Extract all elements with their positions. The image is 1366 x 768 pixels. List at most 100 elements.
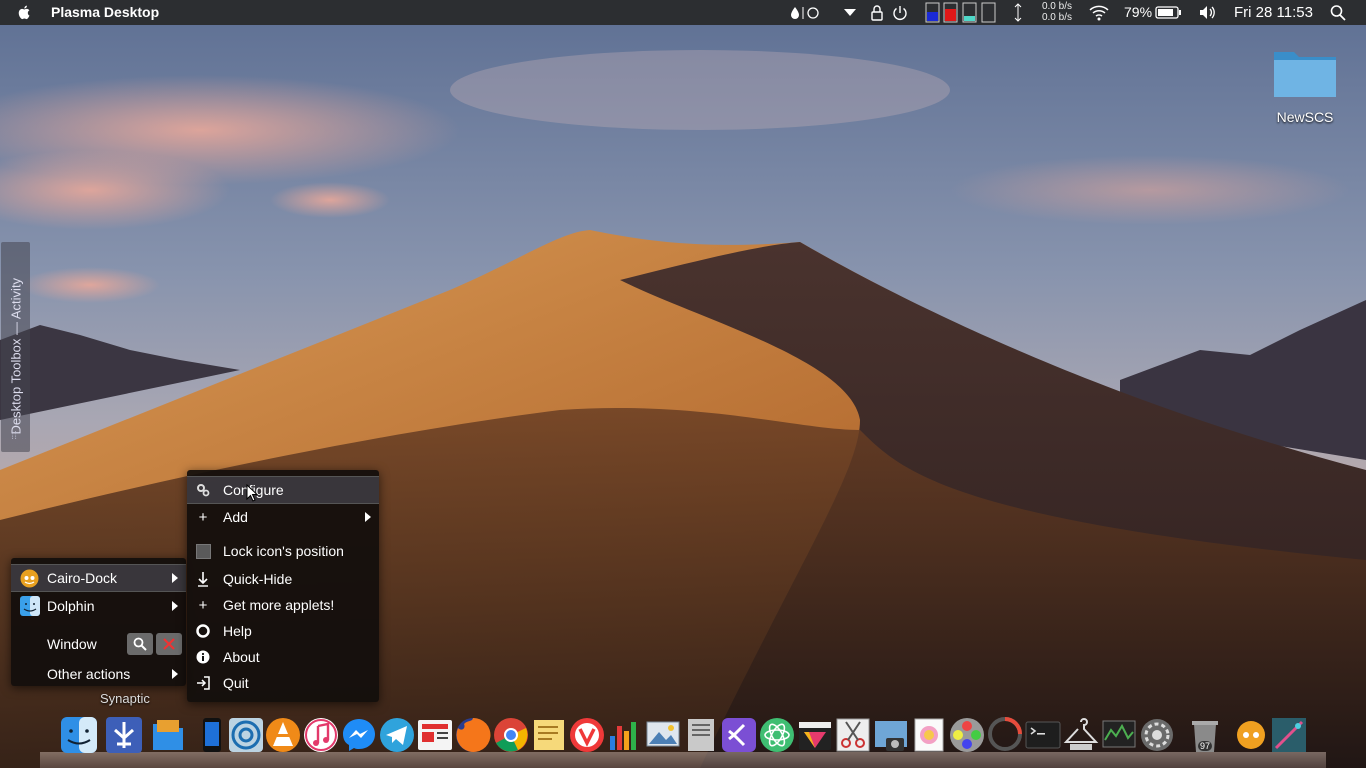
photocape-icon[interactable] [986, 716, 1024, 754]
menu-item-dolphin[interactable]: Dolphin [11, 593, 186, 619]
dock-hover-label: Synaptic [100, 691, 150, 706]
submenu-arrow-icon [172, 669, 178, 679]
menu-item-cairo-dock[interactable]: Cairo-Dock [11, 564, 186, 592]
drag-handle-icon[interactable]: ⁞⁞ [11, 430, 17, 442]
trash-icon[interactable]: 97 [1186, 716, 1224, 754]
submenu-arrow-icon [172, 573, 178, 583]
menu-item-get-more-applets[interactable]: + Get more applets! [187, 592, 379, 618]
net-down-speed: 0.0 b/s [1041, 12, 1072, 23]
battery-icon[interactable] [1155, 4, 1183, 21]
menu-item-other-actions[interactable]: Other actions [11, 661, 186, 687]
messenger-icon[interactable] [340, 716, 378, 754]
checkbox-icon[interactable] [195, 543, 211, 559]
info-icon [195, 649, 211, 665]
settings-gear-icon[interactable] [1138, 716, 1176, 754]
submenu-arrow-icon [365, 512, 371, 522]
volume-icon[interactable] [1198, 4, 1218, 21]
menu-item-label: Window [47, 636, 97, 652]
net-up-speed: 0.0 b/s [1041, 1, 1072, 12]
toolbox-label: Desktop Toolbox — Activity [8, 277, 24, 435]
applet-context-menu: Configure + Add Lock icon's position Qui… [187, 470, 379, 702]
chevron-down-icon[interactable] [843, 4, 857, 21]
mouse-cursor-icon [246, 484, 258, 502]
news-icon[interactable] [416, 716, 454, 754]
disk-utility-icon[interactable] [227, 716, 265, 754]
menu-item-about[interactable]: About [187, 644, 379, 670]
terminal-icon[interactable] [1024, 716, 1062, 754]
firefox-icon[interactable] [454, 716, 492, 754]
vivaldi-icon[interactable] [568, 716, 606, 754]
menu-item-lock-position[interactable]: Lock icon's position [187, 538, 379, 564]
window-close-button[interactable] [156, 633, 182, 655]
menu-item-window[interactable]: Window [11, 631, 186, 657]
network-hanger-icon[interactable] [1062, 716, 1100, 754]
vlc-icon[interactable] [264, 716, 302, 754]
telegram-icon[interactable] [378, 716, 416, 754]
system-monitor-icon[interactable] [1100, 716, 1138, 754]
dock-shelf [40, 752, 1326, 768]
cairo-dock-icon[interactable] [1232, 716, 1270, 754]
chrome-icon[interactable] [492, 716, 530, 754]
network-speed: 0.0 b/s 0.0 b/s [1037, 1, 1072, 23]
menu-item-label: About [223, 649, 260, 665]
menu-item-label: Cairo-Dock [47, 570, 118, 586]
wifi-icon[interactable] [1089, 4, 1109, 21]
top-panel: Plasma Desktop 0.0 b/s 0.0 b/s 79% Fri 2… [0, 0, 1366, 25]
quit-icon [195, 675, 211, 691]
trash-count-badge: 97 [1198, 741, 1213, 751]
phone-icon[interactable] [193, 716, 231, 754]
desktop-toolbox[interactable]: Desktop Toolbox — Activity ⁞⁞ [1, 242, 30, 452]
menu-item-label: Help [223, 623, 252, 639]
charts-icon[interactable] [606, 716, 644, 754]
image-viewer-icon[interactable] [644, 716, 682, 754]
ink-drop-icon[interactable] [789, 4, 821, 21]
battery-percent[interactable]: 79% [1124, 4, 1152, 20]
gear-icon [195, 482, 211, 498]
system-load-monitor-icon[interactable] [925, 2, 997, 23]
folder-label: NewSCS [1276, 109, 1334, 125]
close-icon [163, 638, 175, 650]
menu-item-label: Other actions [47, 666, 131, 682]
final-cut-icon[interactable] [796, 716, 834, 754]
itunes-icon[interactable] [302, 716, 340, 754]
menu-item-label: Dolphin [47, 598, 95, 614]
menu-item-label: Get more applets! [223, 597, 335, 613]
finder-icon[interactable] [60, 716, 98, 754]
network-arrows-icon[interactable] [1012, 3, 1024, 22]
power-icon[interactable] [892, 4, 908, 21]
finder-icon [20, 596, 40, 616]
menu-item-label: Add [223, 509, 248, 525]
scissors-icon[interactable] [834, 716, 872, 754]
color-picker-icon[interactable] [948, 716, 986, 754]
desktop-folder-newscs[interactable]: NewSCS [1270, 46, 1340, 125]
magnifier-icon [133, 637, 147, 651]
visual-studio-icon[interactable] [720, 716, 758, 754]
notes-icon[interactable] [530, 716, 568, 754]
active-app-title[interactable]: Plasma Desktop [51, 4, 159, 20]
window-search-button[interactable] [127, 633, 153, 655]
app-grid-icon[interactable] [1270, 716, 1308, 754]
kde-connect-icon[interactable] [105, 716, 143, 754]
menu-item-add[interactable]: + Add [187, 504, 379, 530]
search-icon[interactable] [1330, 4, 1346, 21]
help-lifebuoy-icon [195, 623, 211, 639]
lock-icon[interactable] [869, 4, 885, 21]
apple-menu-icon[interactable] [17, 4, 33, 21]
clock[interactable]: Fri 28 11:53 [1234, 4, 1313, 21]
menu-item-quick-hide[interactable]: Quick-Hide [187, 566, 379, 592]
photos-icon[interactable] [910, 716, 948, 754]
text-editor-icon[interactable] [682, 716, 720, 754]
screenshot-icon[interactable] [872, 716, 910, 754]
files-icon[interactable] [149, 716, 187, 754]
plus-icon: + [198, 596, 208, 614]
menu-item-label: Lock icon's position [223, 543, 344, 559]
folder-icon [1274, 52, 1336, 97]
atom-icon[interactable] [758, 716, 796, 754]
menu-item-label: Quit [223, 675, 249, 691]
menu-item-help[interactable]: Help [187, 618, 379, 644]
menu-item-quit[interactable]: Quit [187, 670, 379, 696]
submenu-arrow-icon [172, 601, 178, 611]
dock-context-menu: Cairo-Dock Dolphin Window Other actions [11, 558, 186, 686]
menu-item-label: Quick-Hide [223, 571, 293, 587]
menu-item-configure[interactable]: Configure [187, 476, 379, 504]
